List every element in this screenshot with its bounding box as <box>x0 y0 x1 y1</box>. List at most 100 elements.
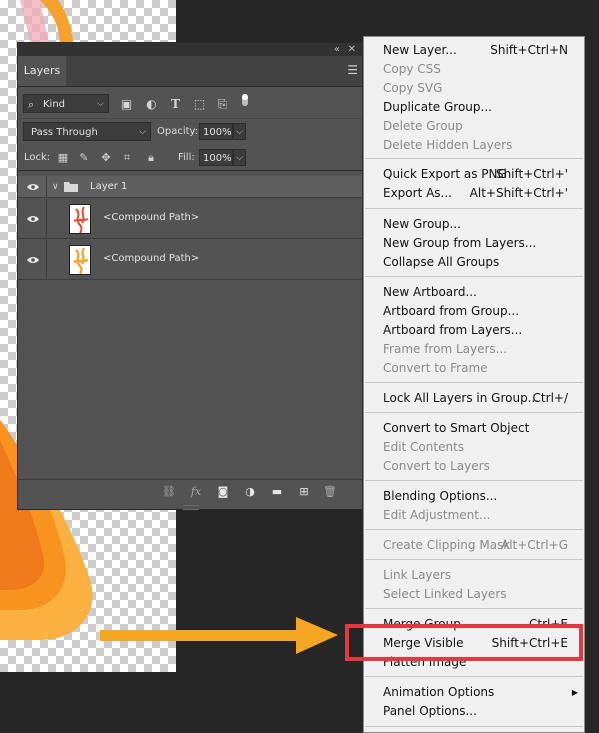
eye-icon <box>27 184 39 190</box>
menu-item-label: New Artboard... <box>383 285 477 299</box>
menu-item-artboard-from-layers[interactable]: Artboard from Layers... <box>364 321 584 340</box>
eye-icon <box>27 216 39 222</box>
menu-item-convert-to-layers: Convert to Layers <box>364 457 584 476</box>
menu-item-label: Link Layers <box>383 568 452 582</box>
menu-item-new-group[interactable]: New Group... <box>364 215 584 234</box>
adjustment-filter-icon[interactable]: ◐ <box>145 98 158 111</box>
filter-kind-label: Kind <box>43 99 66 110</box>
menu-item-new-artboard[interactable]: New Artboard... <box>364 283 584 302</box>
type-filter-icon[interactable]: T <box>169 98 182 111</box>
layers-panel: « ✕ Layers ☰ ⌕ Kind ⌵ ▣ ◐ T ⬚ ⎘ Pass Thr… <box>17 42 363 510</box>
opacity-label: Opacity: <box>157 126 199 137</box>
menu-item-artboard-from-group[interactable]: Artboard from Group... <box>364 302 584 321</box>
fill-dropdown-icon[interactable]: ⌵ <box>233 149 246 166</box>
menu-separator <box>365 276 583 277</box>
menu-item-label: Convert to Smart Object <box>383 421 530 435</box>
panel-tab-bar: Layers ☰ <box>18 56 362 87</box>
menu-item-label: Export As... <box>383 186 452 200</box>
menu-item-new-layer[interactable]: New Layer... Shift+Ctrl+N <box>364 41 584 60</box>
menu-item-label: Delete Group <box>383 119 463 133</box>
menu-item-blending-options[interactable]: Blending Options... <box>364 487 584 506</box>
layer-row[interactable]: <Compound Path> <box>18 240 362 280</box>
panel-menu-icon[interactable]: ☰ <box>347 64 358 76</box>
menu-item-convert-to-frame: Convert to Frame <box>364 359 584 378</box>
menu-item-convert-to-smart-object[interactable]: Convert to Smart Object <box>364 419 584 438</box>
filter-kind-select[interactable]: ⌕ Kind ⌵ <box>23 94 109 113</box>
panel-title-bar[interactable]: « ✕ <box>18 43 362 56</box>
opacity-field[interactable]: 100% <box>199 123 233 140</box>
folder-icon[interactable]: ▬ <box>270 485 284 499</box>
menu-item-label: New Layer... <box>383 43 457 57</box>
lock-position-icon[interactable]: ✥ <box>100 152 112 164</box>
menu-separator <box>365 726 583 727</box>
menu-separator <box>365 382 583 383</box>
menu-item-label: Copy SVG <box>383 81 443 95</box>
menu-item-create-clipping-mask: Create Clipping Mask Alt+Ctrl+G <box>364 536 584 555</box>
chevron-down-icon: ⌵ <box>97 99 104 109</box>
menu-item-label: Artboard from Layers... <box>383 323 523 337</box>
layer-group-row[interactable]: ∨ Layer 1 <box>18 176 362 198</box>
lock-all-icon[interactable]: 🔒︎ <box>145 152 157 164</box>
trash-icon[interactable]: 🗑︎ <box>323 485 337 499</box>
shape-filter-icon[interactable]: ⬚ <box>193 98 206 111</box>
submenu-arrow-icon: ▶ <box>571 688 578 697</box>
menu-item-label: Artboard from Group... <box>383 304 520 318</box>
tab-layers[interactable]: Layers <box>18 56 66 86</box>
menu-item-collapse-all-groups[interactable]: Collapse All Groups <box>364 253 584 272</box>
menu-item-quick-export-as-png[interactable]: Quick Export as PNG Shift+Ctrl+' <box>364 165 584 184</box>
opacity-dropdown-icon[interactable]: ⌵ <box>233 123 246 140</box>
visibility-toggle[interactable] <box>18 240 47 279</box>
highlight-box <box>345 624 583 661</box>
menu-item-label: Blending Options... <box>383 489 498 503</box>
menu-item-label: Collapse All Groups <box>383 255 500 269</box>
menu-item-label: Edit Contents <box>383 440 465 454</box>
chevron-down-icon[interactable]: ∨ <box>52 176 59 198</box>
menu-item-delete-hidden-layers: Delete Hidden Layers <box>364 136 584 155</box>
filter-toggle[interactable] <box>242 94 248 106</box>
menu-item-frame-from-layers: Frame from Layers... <box>364 340 584 359</box>
blend-mode-value: Pass Through <box>31 127 98 138</box>
menu-item-lock-all-layers-in-group[interactable]: Lock All Layers in Group... Ctrl+/ <box>364 389 584 408</box>
lock-artboard-icon[interactable]: ⌗ <box>121 152 133 164</box>
mask-icon[interactable]: ◙ <box>216 485 230 499</box>
link-icon[interactable]: ⛓︎ <box>162 485 176 499</box>
close-icon[interactable]: ✕ <box>348 43 356 56</box>
menu-separator <box>365 608 583 609</box>
menu-item-delete-group: Delete Group <box>364 117 584 136</box>
menu-item-shortcut: Shift+Ctrl+N <box>490 43 568 57</box>
fx-icon[interactable]: fx <box>189 485 203 499</box>
layer-thumbnail <box>69 204 91 234</box>
menu-item-label: Select Linked Layers <box>383 587 507 601</box>
new-layer-icon[interactable]: ⊞ <box>297 485 311 499</box>
adjustment-icon[interactable]: ◑ <box>243 485 257 499</box>
resize-grip[interactable] <box>183 505 199 510</box>
menu-item-edit-adjustment: Edit Adjustment... <box>364 506 584 525</box>
visibility-toggle[interactable] <box>18 176 47 197</box>
menu-item-new-group-from-layers[interactable]: New Group from Layers... <box>364 234 584 253</box>
menu-item-select-linked-layers: Select Linked Layers <box>364 585 584 604</box>
layer-row[interactable]: <Compound Path> <box>18 199 362 239</box>
filter-row: ⌕ Kind ⌵ ▣ ◐ T ⬚ ⎘ <box>18 90 362 119</box>
smart-object-filter-icon[interactable]: ⎘ <box>216 98 229 111</box>
lock-label: Lock: <box>24 152 51 163</box>
fill-field[interactable]: 100% <box>199 149 233 166</box>
menu-item-panel-options[interactable]: Panel Options... <box>364 702 584 721</box>
menu-item-label: New Group... <box>383 217 461 231</box>
menu-separator <box>365 559 583 560</box>
menu-item-export-as[interactable]: Export As... Alt+Shift+Ctrl+' <box>364 184 584 203</box>
menu-item-label: Lock All Layers in Group... <box>383 391 540 405</box>
eye-icon <box>27 257 39 263</box>
blend-mode-select[interactable]: Pass Through ⌵ <box>23 122 151 141</box>
menu-item-duplicate-group[interactable]: Duplicate Group... <box>364 98 584 117</box>
collapse-icon[interactable]: « <box>334 43 340 56</box>
menu-item-label: Edit Adjustment... <box>383 508 491 522</box>
lock-pixels-icon[interactable]: ✎ <box>78 152 90 164</box>
menu-separator <box>365 529 583 530</box>
menu-item-shortcut: Alt+Ctrl+G <box>500 538 568 552</box>
menu-item-animation-options[interactable]: Animation Options ▶ <box>364 683 584 702</box>
image-filter-icon[interactable]: ▣ <box>120 98 133 111</box>
layer-name: <Compound Path> <box>103 253 200 264</box>
lock-transparency-icon[interactable]: ▦ <box>57 152 69 164</box>
visibility-toggle[interactable] <box>18 199 47 238</box>
menu-separator <box>365 676 583 677</box>
